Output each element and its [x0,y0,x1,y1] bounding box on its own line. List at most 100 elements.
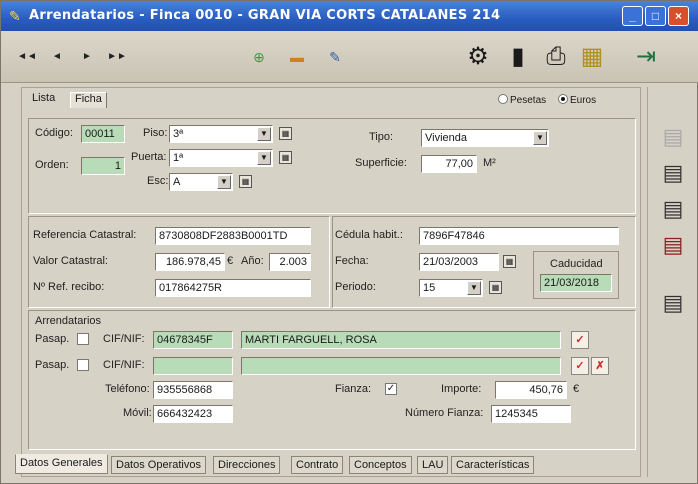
tab-conceptos[interactable]: Conceptos [349,456,412,474]
general-panel: Código: 00011 Orden: 1 Piso: 3ª ▼ ▦ Puert… [28,118,636,214]
valor-catastral-label: Valor Catastral: [33,255,108,267]
telefono-field[interactable]: 935556868 [153,381,233,399]
piso-label: Piso: [143,127,168,139]
recibo-field[interactable]: 017864275R [155,279,311,297]
window-title: Arrendatarios - Finca 0010 - GRAN VIA CO… [29,8,501,23]
superficie-field[interactable]: 77,00 [421,155,477,173]
tipo-select[interactable]: Vivienda ▼ [421,129,549,147]
tab-datos-generales[interactable]: Datos Generales [15,454,108,474]
codigo-label: Código: [35,127,73,139]
next-record-button[interactable]: ► [77,51,97,62]
esc-lookup-icon[interactable]: ▦ [239,175,252,188]
fecha-label: Fecha: [335,255,369,267]
orden-field[interactable]: 1 [81,157,125,175]
first-record-button[interactable]: ◄◄ [17,51,37,62]
piso-select[interactable]: 3ª ▼ [169,125,273,143]
side-toolbar: ▤ ▤ ▤ ▤ ▤ [647,87,697,477]
tab-contrato[interactable]: Contrato [291,456,344,474]
puerta-label: Puerta: [131,151,167,163]
document-icon[interactable]: ▤ [656,123,690,151]
remove-icon[interactable]: ▬ [287,49,307,65]
receipt-icon[interactable]: ▤ [656,159,690,187]
valor-catastral-field[interactable]: 186.978,45 [155,253,225,271]
minimize-button[interactable]: _ [622,6,643,26]
pasap-label: Pasap. [35,333,70,345]
grid-icon[interactable]: ▦ [577,41,607,73]
importe-field[interactable]: 450,76 [495,381,567,399]
receipt-stack-icon[interactable]: ▤ [656,195,690,223]
periodo-select[interactable]: 15 ▼ [419,279,483,297]
valor-unit: € [227,255,234,267]
chevron-down-icon[interactable]: ▼ [467,281,481,295]
puerta-select[interactable]: 1ª ▼ [169,149,273,167]
tab-direcciones[interactable]: Direcciones [213,456,281,474]
fianza-label: Fianza: [335,383,372,395]
pasap-checkbox[interactable] [77,333,89,345]
ref-catastral-label: Referencia Catastral: [33,229,137,241]
tipo-label: Tipo: [369,131,394,143]
calendar-icon[interactable]: ▦ [503,255,516,268]
recibo-label: Nº Ref. recibo: [33,281,105,293]
pasap-checkbox[interactable] [77,359,89,371]
cedula-field[interactable]: 7896F47846 [419,227,619,245]
tab-datos-operativos[interactable]: Datos Operativos [111,456,206,474]
chevron-down-icon[interactable]: ▼ [257,127,271,141]
ref-catastral-field[interactable]: 8730808DF2883B0001TD [155,227,311,245]
cif-field[interactable]: 04678345F [153,331,233,349]
arrendatario-name-field[interactable]: MARTI FARGUELL, ROSA [241,331,561,349]
record-form: Lista Ficha Pesetas Euros Código: 00011 … [21,87,641,477]
chevron-down-icon[interactable]: ▼ [257,151,271,165]
last-record-button[interactable]: ►► [107,51,127,62]
num-fianza-label: Número Fianza: [405,407,484,419]
num-fianza-field[interactable]: 1245345 [491,405,571,423]
exit-icon[interactable]: ⇥ [631,41,661,73]
title-bar: ✎ Arrendatarios - Finca 0010 - GRAN VIA … [1,1,698,31]
arrendatarios-label: Arrendatarios [35,315,102,327]
tab-lista[interactable]: Lista [28,92,59,108]
puerta-lookup-icon[interactable]: ▦ [279,151,292,164]
arrendatario-name-field[interactable] [241,357,561,375]
folder-icon[interactable]: ▮ [503,41,533,73]
esc-label: Esc: [147,175,169,187]
piso-lookup-icon[interactable]: ▦ [279,127,292,140]
app-window: ✎ Arrendatarios - Finca 0010 - GRAN VIA … [0,0,698,484]
maximize-button[interactable]: □ [645,6,666,26]
codigo-field[interactable]: 00011 [81,125,125,143]
radio-euros[interactable]: Euros [558,94,596,106]
movil-field[interactable]: 666432423 [153,405,233,423]
periodo-label: Periodo: [335,281,376,293]
periodo-lookup-icon[interactable]: ▦ [489,281,502,294]
movil-label: Móvil: [123,407,152,419]
fianza-checkbox[interactable]: ✓ [385,383,397,395]
caducidad-label: Caducidad [550,258,603,270]
radio-pesetas[interactable]: Pesetas [498,94,546,106]
fecha-field[interactable]: 21/03/2003 [419,253,499,271]
prev-record-button[interactable]: ◄ [47,51,67,62]
arrendatarios-panel: Arrendatarios Pasap. CIF/NIF: 04678345F … [28,310,636,450]
cif-field[interactable] [153,357,233,375]
receipt-alert-icon[interactable]: ▤ [656,231,690,259]
cif-label: CIF/NIF: [103,359,145,371]
anio-field[interactable]: 2.003 [269,253,311,271]
caducidad-field: 21/03/2018 [540,274,612,292]
chevron-down-icon[interactable]: ▼ [217,175,231,189]
chevron-down-icon[interactable]: ▼ [533,131,547,145]
cif-label: CIF/NIF: [103,333,145,345]
importe-label: Importe: [441,383,482,395]
add-icon[interactable]: ⊕ [249,49,269,65]
tools-icon[interactable]: ⚙ [463,41,493,73]
toolbar: ◄◄ ◄ ► ►► ⊕ ▬ ✎ ⚙ ▮ ⎙ ▦ ⇥ [1,31,698,83]
close-button[interactable]: × [668,6,689,26]
scroll-icon[interactable]: ▤ [656,289,690,317]
tab-caracteristicas[interactable]: Características [451,456,535,474]
edit-icon[interactable]: ✎ [325,49,345,65]
delete-tenant-icon[interactable]: ✗ [591,357,609,375]
tab-ficha[interactable]: Ficha [70,92,107,108]
select-tenant-icon[interactable]: ✓ [571,357,589,375]
view-bar: Lista Ficha Pesetas Euros [22,88,642,110]
esc-select[interactable]: A ▼ [169,173,233,191]
tab-lau[interactable]: LAU [417,456,449,474]
pasap-label: Pasap. [35,359,70,371]
printer-icon[interactable]: ⎙ [541,41,571,73]
select-tenant-icon[interactable]: ✓ [571,331,589,349]
